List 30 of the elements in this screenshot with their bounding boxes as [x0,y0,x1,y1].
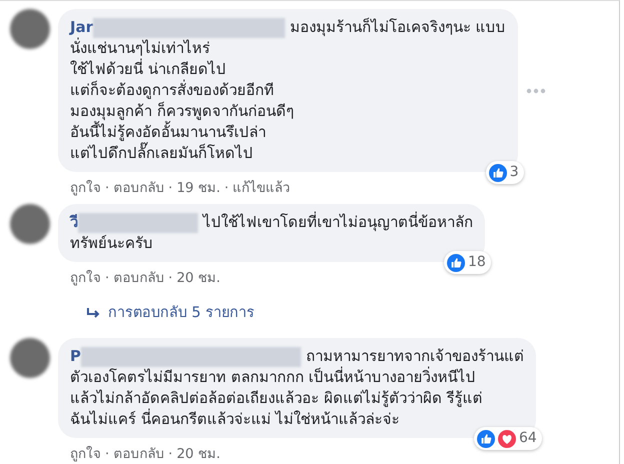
separator-dot: · [105,269,110,288]
comment-action-link[interactable]: 20 ชม. [176,268,220,288]
comment-action-link[interactable]: ตอบกลับ [113,444,164,464]
comment-action-link[interactable]: ตอบกลับ [113,268,164,288]
reaction-count-badge[interactable]: 64 [474,427,542,450]
avatar-circle [10,9,50,49]
avatar-circle [10,204,50,244]
commenter-name-link[interactable]: P [70,347,81,366]
separator-dot: · [168,269,173,288]
reaction-count-badge[interactable]: 18 [444,251,491,274]
comment-action-link[interactable]: ถูกใจ [70,444,101,464]
comment-action-link[interactable]: ถูกใจ [70,178,101,198]
comment-action-link[interactable]: 19 ชม. [176,178,220,198]
comment-action-link[interactable]: ตอบกลับ [113,178,164,198]
separator-dot: · [105,445,110,464]
comment-action-link[interactable]: ถูกใจ [70,268,101,288]
avatar-circle [10,338,50,378]
commenter-name-link[interactable]: วี [70,213,78,232]
commenter-name-link[interactable]: Jar [70,18,94,36]
reaction-count-badge[interactable]: 3 [486,161,524,184]
comment-text: Jar มองมุมร้านก็ไม่โอเคจริงๆนะ แบบ นั่งแช่นานๆไม่เท่าไหร่ ใช้ไฟด้วยนี่ น่าเกลียดไป แต่ก็จะต้องดูการสั่งของด้วยอีกที มองมุมลูกค้า ก็ควรพูดจากันก่อนดีๆ อันนี้ไม่รู้คงอัดอั้นมานานรึเปล่า แต่ไปดึกปลั๊กเลยมันก็โหดไป [70,17,506,164]
separator-dot: · [168,445,173,464]
comment-action-link[interactable]: 20 ชม. [176,444,220,464]
more-options-icon[interactable] [526,88,546,94]
separator-dot: · [224,179,229,198]
separator-dot: · [105,179,110,198]
comment-action-link[interactable]: แก้ไขแล้ว [232,178,291,198]
reply-arrow-icon [86,307,100,320]
view-replies-link[interactable]: การตอบกลับ 5 รายการ [108,302,254,324]
separator-dot: · [168,179,173,198]
